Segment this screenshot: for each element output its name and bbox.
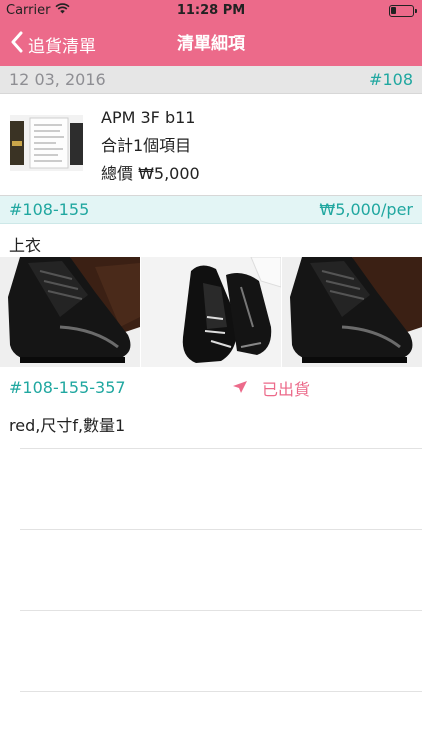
variant-code: #108-155-357 (9, 378, 126, 397)
store-info: APM 3F b11 合計1個項目 總價 ₩5,000 (101, 104, 200, 188)
page-title: 清單細項 (177, 34, 245, 54)
item-unit-price: ₩5,000/per (319, 200, 413, 219)
status-bar: Carrier 11:28 PM (0, 0, 422, 22)
shipped-status[interactable]: 已出貨 (232, 376, 310, 400)
order-date: 12 03, 2016 (9, 70, 106, 89)
navigation-bar: 追貨清單 清單細項 (0, 22, 422, 66)
battery-icon (389, 5, 417, 17)
order-header: 12 03, 2016 #108 (0, 66, 422, 94)
status-time: 11:28 PM (176, 3, 246, 18)
item-photo[interactable] (282, 257, 422, 367)
item-photo[interactable] (141, 257, 281, 367)
item-header: #108-155 ₩5,000/per (0, 196, 422, 224)
order-number: #108 (369, 70, 413, 89)
store-row[interactable]: APM 3F b11 合計1個項目 總價 ₩5,000 (0, 94, 422, 196)
shipped-status-label: 已出貨 (262, 380, 311, 399)
variant-description: red,尺寸f,數量1 (9, 416, 126, 435)
items-total: 合計1個項目 (101, 136, 192, 155)
list-divider (20, 691, 422, 692)
item-category: 上衣 (9, 236, 42, 255)
send-arrow-icon (232, 379, 248, 398)
item-photo[interactable] (0, 257, 140, 367)
item-code: #108-155 (9, 200, 90, 219)
list-divider (20, 448, 422, 449)
total-price: 總價 ₩5,000 (101, 164, 200, 183)
receipt-thumbnail (10, 115, 83, 171)
item-photos (0, 257, 422, 367)
battery-level (391, 7, 396, 14)
list-divider (20, 610, 422, 611)
list-divider (20, 529, 422, 530)
store-name: APM 3F b11 (101, 108, 196, 127)
